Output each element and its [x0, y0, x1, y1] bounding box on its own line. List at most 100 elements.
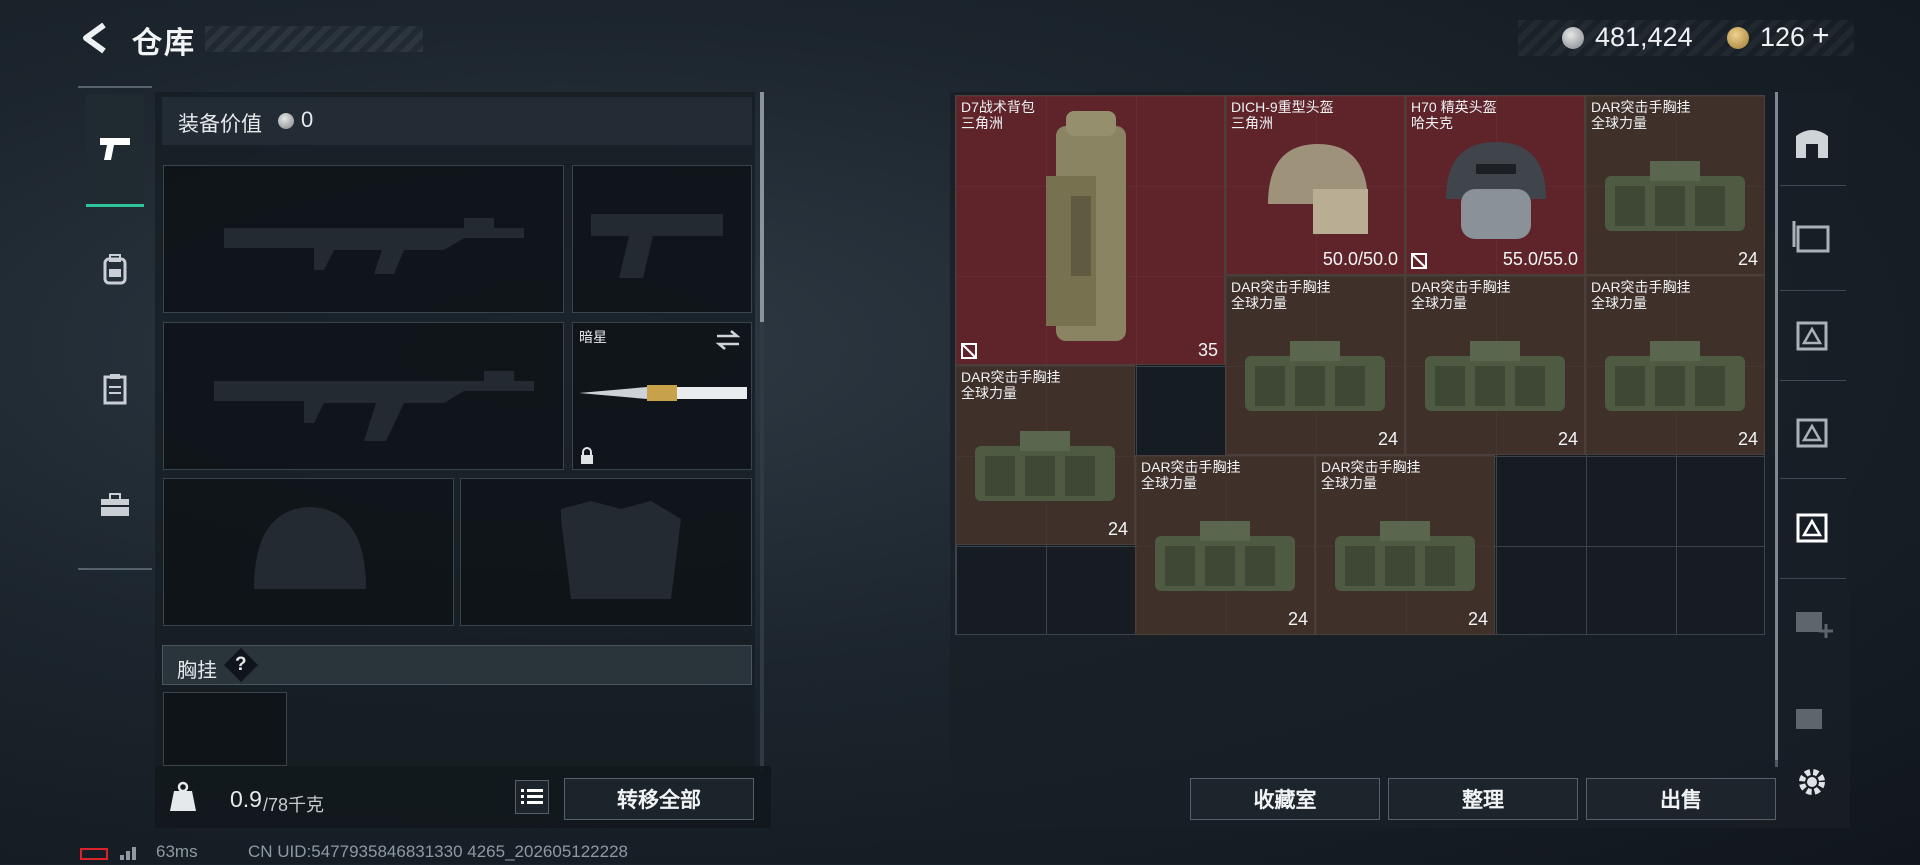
inventory-item-chest-rig[interactable]: DAR突击手胸挂 全球力量 24 — [1135, 455, 1315, 635]
nav-tab-toolbox[interactable] — [86, 450, 144, 560]
collection-room-button[interactable]: 收藏室 — [1190, 778, 1380, 820]
item-sub: 三角洲 — [1231, 115, 1273, 131]
item-durability: 55.0/55.0 — [1502, 249, 1578, 269]
no-insure-icon — [1411, 253, 1427, 269]
list-view-button[interactable] — [515, 780, 549, 814]
storage-tab-iii-active[interactable] — [1785, 500, 1839, 554]
rail-divider — [1780, 380, 1846, 381]
sell-button[interactable]: 出售 — [1586, 778, 1776, 820]
rail-divider — [1780, 578, 1846, 579]
folder-iv-icon — [1792, 221, 1830, 253]
helmet-image — [1446, 142, 1546, 239]
page-title: 仓库 — [132, 27, 196, 60]
rail-divider — [1780, 478, 1846, 479]
nav-tab-weapons[interactable] — [86, 94, 144, 207]
melee-slot[interactable]: 暗星 — [572, 322, 752, 470]
item-sub: 哈夫克 — [1411, 115, 1453, 131]
storage-tab-iii-a[interactable] — [1785, 308, 1839, 362]
secondary-weapon-slot[interactable] — [163, 322, 564, 470]
chest-rig-image — [1155, 521, 1295, 591]
chest-rig-image — [1605, 161, 1745, 231]
nav-tab-vest[interactable] — [86, 334, 144, 444]
gold-coin-icon — [1727, 27, 1749, 49]
nav-tab-backpack[interactable] — [86, 214, 144, 324]
inventory-item-helmet-h70[interactable]: H70 精英头盔 哈夫克 55.0/55.0 — [1405, 95, 1585, 275]
item-name: H70 精英头盔 — [1411, 99, 1497, 115]
chest-rig-image — [975, 431, 1115, 501]
chest-rig-image — [1245, 341, 1385, 411]
inventory-item-chest-rig[interactable]: DAR突击手胸挂 全球力量 24 — [1585, 95, 1765, 275]
item-capacity: 35 — [1197, 340, 1218, 360]
knife-icon — [579, 385, 747, 401]
item-name: DAR突击手胸挂 — [1591, 279, 1691, 295]
pistol-icon — [100, 138, 130, 160]
signal-icon — [120, 846, 142, 860]
settings-button[interactable] — [1785, 755, 1839, 809]
helmet-silhouette-icon — [254, 507, 366, 589]
primary-weapon-slot[interactable] — [163, 165, 564, 313]
add-storage-icon — [1796, 612, 1833, 638]
vest-slot[interactable] — [163, 692, 287, 766]
storage-box-icon — [1796, 418, 1828, 448]
item-capacity: 24 — [1467, 609, 1488, 629]
helmet-image — [1268, 144, 1368, 234]
inventory-item-chest-rig[interactable]: DAR突击手胸挂 全球力量 24 — [1225, 275, 1405, 455]
storage-tab-safe[interactable] — [1785, 115, 1839, 169]
uid-text: CN UID:5477935846831330 4265_20260512222… — [248, 842, 629, 861]
item-capacity: 24 — [1557, 429, 1578, 449]
item-capacity: 24 — [1737, 249, 1758, 269]
rifle-silhouette-icon — [214, 371, 534, 441]
add-gold-button[interactable]: + — [1812, 19, 1830, 53]
storage-tab-add[interactable] — [1785, 595, 1839, 649]
rifle-silhouette-icon — [224, 218, 524, 274]
pistol-silhouette-icon — [591, 214, 723, 278]
item-capacity: 24 — [1107, 519, 1128, 539]
inventory-item-chest-rig[interactable]: DAR突击手胸挂 全球力量 24 — [1405, 275, 1585, 455]
item-sub: 三角洲 — [961, 115, 1003, 131]
help-icon[interactable]: ? — [235, 654, 247, 676]
armor-silhouette-icon — [561, 501, 681, 599]
lock-icon — [581, 447, 593, 464]
helmet-slot[interactable] — [163, 478, 454, 626]
storage-scroll-thumb[interactable] — [1775, 92, 1778, 760]
backpack-icon — [103, 254, 127, 285]
rail-divider — [1780, 290, 1846, 291]
item-name: DAR突击手胸挂 — [1141, 459, 1241, 475]
inventory-item-chest-rig[interactable]: DAR突击手胸挂 全球力量 24 — [1315, 455, 1495, 635]
weight-max: /78千克 — [263, 795, 325, 815]
storage-tools-icon — [1796, 709, 1822, 729]
item-name: DAR突击手胸挂 — [1231, 279, 1331, 295]
chest-rig-image — [1605, 341, 1745, 411]
chest-rig-image — [1335, 521, 1475, 591]
item-name: DAR突击手胸挂 — [1321, 459, 1421, 475]
inventory-item-chest-rig[interactable]: DAR突击手胸挂 全球力量 24 — [1585, 275, 1765, 455]
rail-divider — [1780, 185, 1846, 186]
nav-rail-bottom — [78, 568, 152, 570]
chest-rig-image — [1425, 341, 1565, 411]
inventory-item-helmet-dich9[interactable]: DICH-9重型头盔 三角洲 50.0/50.0 — [1225, 95, 1405, 275]
list-icon — [521, 789, 543, 804]
storage-tab-ii[interactable] — [1785, 690, 1839, 744]
inventory-item-chest-rig[interactable]: DAR突击手胸挂 全球力量 24 — [955, 365, 1135, 545]
swap-icon[interactable] — [713, 329, 743, 351]
item-durability: 50.0/50.0 — [1322, 249, 1398, 269]
weight-current: 0.9 — [230, 786, 262, 812]
vest-icon — [103, 374, 127, 405]
settings-icon — [1799, 769, 1825, 795]
inventory-item-backpack[interactable]: D7战术背包 三角洲 35 — [955, 95, 1225, 365]
item-capacity: 24 — [1737, 429, 1758, 449]
transfer-all-button[interactable]: 转移全部 — [564, 778, 754, 820]
armor-slot[interactable] — [460, 478, 752, 626]
item-sub: 全球力量 — [1321, 475, 1377, 491]
sidearm-slot[interactable] — [572, 165, 752, 313]
item-name: DAR突击手胸挂 — [1411, 279, 1511, 295]
item-name: D7战术背包 — [961, 99, 1035, 115]
equipment-scroll-thumb[interactable] — [760, 92, 764, 322]
storage-tab-iii-b[interactable] — [1785, 405, 1839, 459]
back-arrow-icon[interactable] — [78, 20, 114, 56]
sort-button[interactable]: 整理 — [1388, 778, 1578, 820]
safe-icon — [1796, 130, 1828, 158]
no-insure-icon — [961, 343, 977, 359]
battery-icon — [80, 848, 108, 860]
storage-tab-iv[interactable] — [1785, 210, 1839, 264]
